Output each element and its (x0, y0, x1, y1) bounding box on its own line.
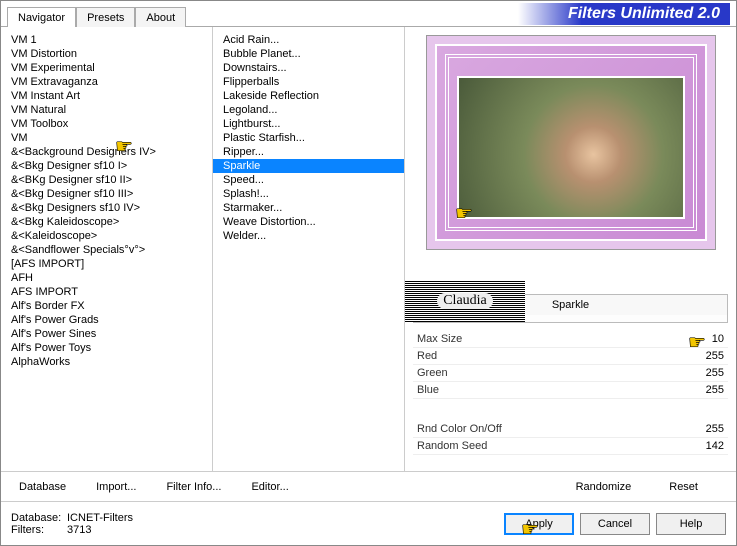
param-label: Red (417, 350, 688, 362)
category-list[interactable]: VM 1VM DistortionVM ExperimentalVM Extra… (1, 27, 213, 471)
filter-item[interactable]: Flipperballs (213, 75, 404, 89)
param-label: Rnd Color On/Off (417, 423, 688, 435)
filter-item[interactable]: Bubble Planet... (213, 47, 404, 61)
category-item[interactable]: VM (1, 131, 212, 145)
database-value: ICNET-Filters (67, 512, 133, 524)
category-item[interactable]: [AFS IMPORT] (1, 257, 212, 271)
watermark-text: Claudia (437, 293, 493, 309)
parameter-table: Max Size10Red255Green255Blue255 (413, 331, 728, 399)
param-row[interactable]: Green255 (413, 365, 728, 382)
filter-item[interactable]: Speed... (213, 173, 404, 187)
category-item[interactable]: AlphaWorks (1, 355, 212, 369)
param-row[interactable]: Rnd Color On/Off255 (413, 421, 728, 438)
tab-navigator[interactable]: Navigator (7, 7, 76, 27)
filter-list[interactable]: Acid Rain...Bubble Planet...Downstairs..… (213, 27, 405, 471)
apply-button[interactable]: Apply (504, 513, 574, 535)
category-item[interactable]: VM Experimental (1, 61, 212, 75)
category-item[interactable]: AFH (1, 271, 212, 285)
filter-item[interactable]: Weave Distortion... (213, 215, 404, 229)
category-item[interactable]: VM Toolbox (1, 117, 212, 131)
param-label: Max Size (417, 333, 688, 345)
category-item[interactable]: VM Instant Art (1, 89, 212, 103)
randomize-button[interactable]: Randomize (568, 477, 640, 497)
filter-item[interactable]: Plastic Starfish... (213, 131, 404, 145)
editor-button[interactable]: Editor... (243, 477, 296, 497)
help-button[interactable]: Help (656, 513, 726, 535)
filter-item[interactable]: Lightburst... (213, 117, 404, 131)
filters-count-value: 3713 (67, 524, 91, 536)
filter-item[interactable]: Welder... (213, 229, 404, 243)
category-item[interactable]: Alf's Power Sines (1, 327, 212, 341)
category-item[interactable]: AFS IMPORT (1, 285, 212, 299)
filter-item[interactable]: Lakeside Reflection (213, 89, 404, 103)
category-item[interactable]: VM Extravaganza (1, 75, 212, 89)
param-row[interactable]: Red255 (413, 348, 728, 365)
category-item[interactable]: &<Kaleidoscope> (1, 229, 212, 243)
filter-item[interactable]: Acid Rain... (213, 33, 404, 47)
filters-count-label: Filters: (11, 524, 67, 536)
database-label: Database: (11, 512, 67, 524)
category-item[interactable]: Alf's Power Toys (1, 341, 212, 355)
param-label: Blue (417, 384, 688, 396)
filter-item[interactable]: Splash!... (213, 187, 404, 201)
category-item[interactable]: &<Background Designers IV> (1, 145, 212, 159)
parameter-table-2: Rnd Color On/Off255Random Seed142 (413, 421, 728, 455)
category-item[interactable]: &<Sandflower Specials°v°> (1, 243, 212, 257)
category-item[interactable]: VM 1 (1, 33, 212, 47)
filter-item[interactable]: Downstairs... (213, 61, 404, 75)
param-label: Green (417, 367, 688, 379)
param-row[interactable]: Max Size10 (413, 331, 728, 348)
param-row[interactable]: Blue255 (413, 382, 728, 399)
filter-item[interactable]: Starmaker... (213, 201, 404, 215)
category-item[interactable]: &<Bkg Designer sf10 III> (1, 187, 212, 201)
category-item[interactable]: &<Bkg Designer sf10 I> (1, 159, 212, 173)
filter-info-button[interactable]: Filter Info... (158, 477, 229, 497)
category-item[interactable]: &<BKg Designer sf10 II> (1, 173, 212, 187)
watermark-badge: Claudia (405, 280, 525, 322)
category-item[interactable]: Alf's Border FX (1, 299, 212, 313)
param-value: 255 (688, 423, 724, 435)
param-value: 10 (688, 333, 724, 345)
param-value: 255 (688, 384, 724, 396)
reset-button[interactable]: Reset (661, 477, 706, 497)
cancel-button[interactable]: Cancel (580, 513, 650, 535)
filter-item[interactable]: Ripper... (213, 145, 404, 159)
preview-image (426, 35, 716, 250)
tab-about[interactable]: About (135, 7, 186, 27)
param-value: 255 (688, 350, 724, 362)
param-label: Random Seed (417, 440, 688, 452)
category-item[interactable]: VM Distortion (1, 47, 212, 61)
app-title: Filters Unlimited 2.0 (518, 3, 730, 25)
category-item[interactable]: Alf's Power Grads (1, 313, 212, 327)
database-button[interactable]: Database (11, 477, 74, 497)
param-value: 142 (688, 440, 724, 452)
param-value: 255 (688, 367, 724, 379)
param-row[interactable]: Random Seed142 (413, 438, 728, 455)
category-item[interactable]: &<Bkg Kaleidoscope> (1, 215, 212, 229)
category-item[interactable]: VM Natural (1, 103, 212, 117)
category-item[interactable]: &<Bkg Designers sf10 IV> (1, 201, 212, 215)
import-button[interactable]: Import... (88, 477, 144, 497)
filter-item[interactable]: Legoland... (213, 103, 404, 117)
database-info: Database: ICNET-Filters Filters: 3713 (11, 512, 133, 536)
tab-presets[interactable]: Presets (76, 7, 135, 27)
tab-strip: NavigatorPresetsAbout (7, 6, 186, 26)
right-panel: Claudia Sparkle Max Size10Red255Green255… (405, 27, 736, 471)
filter-item[interactable]: Sparkle (213, 159, 404, 173)
